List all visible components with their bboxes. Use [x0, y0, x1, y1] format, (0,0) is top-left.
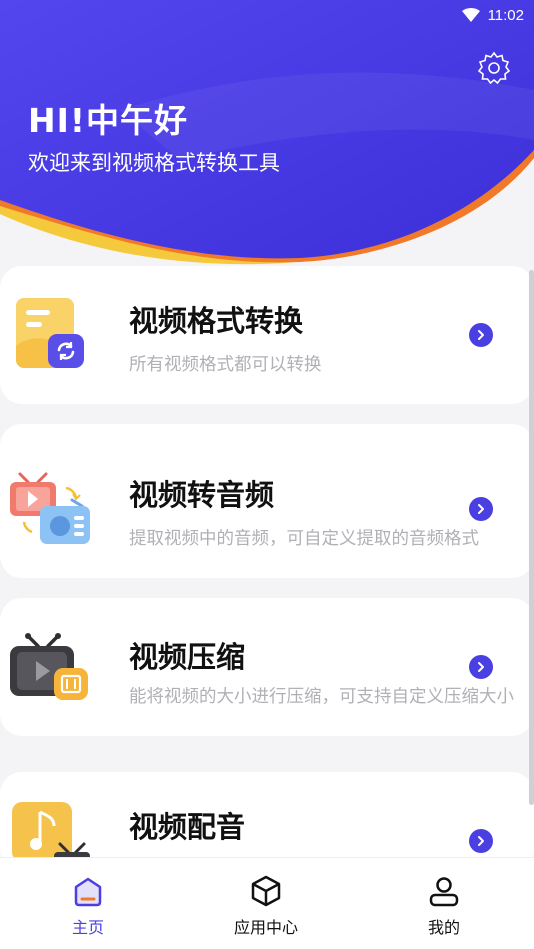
- nav-label: 应用中心: [233, 918, 298, 937]
- chevron-right-icon: [478, 504, 484, 514]
- video-to-audio-icon: [10, 472, 90, 544]
- cube-icon: [251, 875, 281, 907]
- card-title: 视频格式转换: [129, 304, 304, 338]
- card-arrow-button[interactable]: [469, 323, 493, 347]
- card-arrow-button[interactable]: [469, 655, 493, 679]
- card-video-to-audio[interactable]: 视频转音频 提取视频中的音频，可自定义提取的音频格式: [0, 424, 534, 578]
- nav-label: 主页: [71, 918, 104, 937]
- card-title: 视频压缩: [129, 640, 246, 674]
- status-bar: 11:02: [0, 0, 534, 30]
- card-title: 视频配音: [129, 810, 246, 844]
- card-arrow-button[interactable]: [469, 829, 493, 853]
- nav-item-home[interactable]: 主页: [28, 858, 148, 949]
- card-video-format-convert[interactable]: 视频格式转换 所有视频格式都可以转换: [0, 266, 534, 404]
- video-compress-icon: [10, 633, 88, 700]
- card-description: 提取视频中的音频，可自定义提取的音频格式: [129, 529, 479, 549]
- nav-label: 我的: [427, 918, 460, 937]
- chevron-right-icon: [478, 836, 484, 846]
- chevron-right-icon: [478, 330, 484, 340]
- nav-item-app-center[interactable]: 应用中心: [206, 858, 326, 949]
- header: 11:02 HI!中午好 欢迎来到视频格式转换工具: [0, 0, 534, 270]
- card-description: 能将视频的大小进行压缩，可支持自定义压缩大小: [129, 687, 514, 707]
- greeting-subtitle: 欢迎来到视频格式转换工具: [28, 151, 280, 175]
- nav-item-mine[interactable]: 我的: [384, 858, 504, 949]
- card-title: 视频转音频: [129, 478, 275, 512]
- video-dubbing-icon: [12, 802, 90, 862]
- video-format-convert-icon: [16, 298, 84, 368]
- chevron-right-icon: [478, 662, 484, 672]
- scrollbar[interactable]: [529, 270, 534, 805]
- greeting-title: HI!中午好: [28, 101, 188, 140]
- card-arrow-button[interactable]: [469, 497, 493, 521]
- status-time: 11:02: [487, 6, 524, 24]
- home-icon: [74, 877, 102, 907]
- bottom-nav: 主页 应用中心 我的: [0, 857, 534, 949]
- card-video-compress[interactable]: 视频压缩 能将视频的大小进行压缩，可支持自定义压缩大小: [0, 598, 534, 736]
- settings-gear-icon[interactable]: [476, 50, 512, 86]
- user-icon: [429, 877, 459, 907]
- wifi-icon: [461, 8, 480, 22]
- card-description: 所有视频格式都可以转换: [129, 355, 322, 375]
